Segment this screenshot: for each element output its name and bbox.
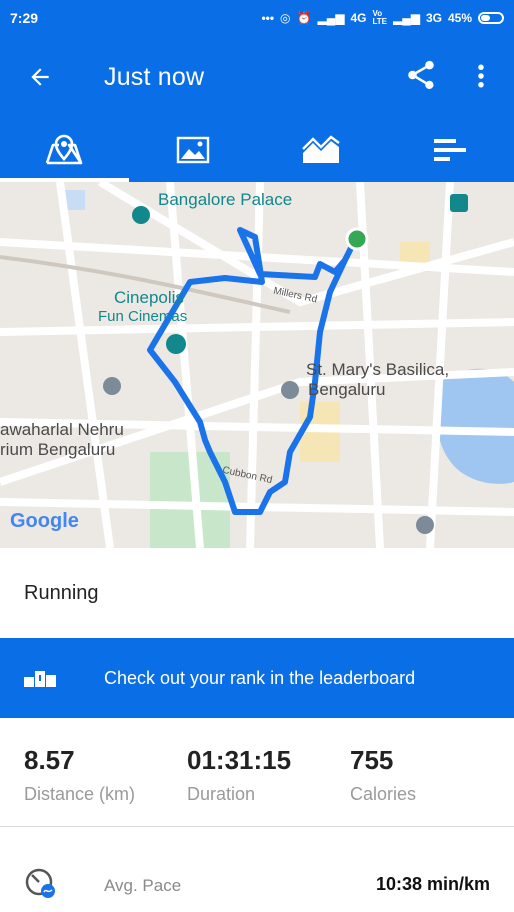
more-vert-icon — [478, 64, 484, 88]
metro-icon — [450, 194, 468, 212]
map-label-bengaluru: Bengaluru — [308, 380, 386, 399]
more-options-button[interactable] — [466, 58, 496, 94]
back-button[interactable] — [0, 36, 80, 118]
map-label-basilica: St. Mary's Basilica, — [306, 360, 450, 379]
share-button[interactable] — [404, 58, 440, 94]
tab-splits[interactable] — [386, 118, 514, 182]
tab-photos[interactable] — [129, 118, 258, 182]
volte-icon: Vo LTE — [372, 9, 387, 26]
signal-icon-2: ▂▄▆ — [392, 11, 420, 25]
tab-map[interactable] — [0, 118, 129, 182]
battery-percent: 45% — [447, 11, 472, 25]
duration-value: 01:31:15 — [187, 745, 292, 775]
mail-pin-icon — [416, 516, 434, 534]
church-pin-icon — [281, 381, 299, 399]
divider — [0, 826, 514, 827]
status-bar: 7:29 ••• ◎ ⏰ ▂▄▆ 4G Vo LTE ▂▄▆ 3G 45% — [0, 0, 514, 36]
map-label-stadium-2: rium Bengaluru — [0, 440, 116, 459]
network-type-1: 4G — [350, 11, 367, 25]
pace-gauge-icon — [25, 868, 55, 898]
battery-icon — [478, 12, 504, 24]
route-map[interactable]: Bangalore Palace Cinepolis Fun Cinemas S… — [0, 182, 514, 548]
map-label-cinemas: Fun Cinemas — [98, 308, 188, 325]
distance-label: Distance (km) — [24, 784, 136, 804]
cinema-pin-icon — [166, 334, 186, 354]
palace-pin-icon — [132, 206, 150, 224]
map-tab-icon — [46, 134, 83, 165]
stat-calories: 755 Calories — [350, 745, 416, 805]
activity-type: Running — [24, 581, 99, 604]
splits-tab-icon — [433, 139, 466, 161]
stats-row: 8.57 Distance (km) 01:31:15 Duration 755… — [0, 735, 514, 825]
map-label-cinepolis: Cinepolis — [114, 288, 184, 307]
duration-label: Duration — [187, 784, 256, 804]
stadium-pin-icon — [103, 377, 121, 395]
map-label-palace: Bangalore Palace — [158, 190, 293, 209]
tab-bar — [0, 118, 514, 182]
tab-chart[interactable] — [257, 118, 386, 182]
photos-tab-icon — [176, 136, 209, 164]
notification-dots-icon: ••• — [261, 11, 275, 25]
leaderboard-text: Check out your rank in the leaderboard — [104, 667, 416, 688]
share-icon — [408, 60, 434, 90]
stat-distance: 8.57 Distance (km) — [24, 745, 135, 805]
hotspot-icon: ◎ — [280, 11, 291, 25]
stat-duration: 01:31:15 Duration — [187, 745, 291, 805]
map-label-stadium-1: awaharlal Nehru — [0, 420, 124, 439]
page-title: Just now — [104, 62, 205, 91]
signal-icon: ▂▄▆ — [317, 11, 345, 25]
status-time: 7:29 — [10, 10, 39, 26]
alarm-icon: ⏰ — [296, 11, 312, 25]
app-bar: Just now — [0, 36, 514, 118]
podium-icon — [24, 671, 56, 687]
calories-label: Calories — [350, 784, 417, 804]
calories-value: 755 — [350, 745, 394, 775]
google-logo: Google — [10, 510, 79, 532]
pace-label: Avg. Pace — [104, 876, 182, 895]
leaderboard-banner[interactable]: Check out your rank in the leaderboard — [0, 638, 514, 718]
status-icons: ••• ◎ ⏰ ▂▄▆ 4G Vo LTE ▂▄▆ 3G 45% — [261, 10, 504, 26]
pace-value: 10:38 min/km — [375, 874, 490, 894]
start-dot — [345, 227, 369, 251]
chart-tab-icon — [302, 135, 340, 163]
distance-value: 8.57 — [24, 745, 75, 775]
lake-shape — [435, 368, 514, 484]
network-type-2: 3G — [425, 11, 442, 25]
pace-row: Avg. Pace 10:38 min/km — [0, 856, 514, 912]
back-arrow-icon — [31, 68, 49, 86]
